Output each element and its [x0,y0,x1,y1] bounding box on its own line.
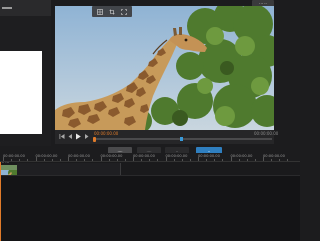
ruler-tick [59,159,61,161]
current-timecode: 00:00:00.00 [94,131,119,136]
ruler-tick [157,159,158,161]
ruler-tick [271,159,272,161]
ruler-tick [124,159,126,161]
clip-extent[interactable] [17,163,121,175]
ruler-tick [100,157,102,161]
ruler-tick [198,157,199,161]
clip-thumbnail-image [1,168,17,175]
playback-bar [55,130,274,144]
ruler-tick [238,159,240,161]
media-canvas[interactable] [0,51,42,134]
grid-icon[interactable] [97,8,103,15]
ruler-tick [108,159,110,161]
ruler-tick [51,159,53,161]
play-icon[interactable] [75,133,81,140]
video-preview[interactable] [55,6,274,130]
ruler-tick-label: 00:00:00.00 [165,154,188,158]
ruler-tick [92,159,93,161]
marker-indicator[interactable] [180,137,183,141]
ruler-tick [133,157,134,161]
ruler-tick [68,157,69,161]
playhead[interactable] [0,162,1,241]
minus-icon[interactable] [2,7,12,9]
ruler-tick [141,159,142,161]
ruler-tick [84,159,85,161]
scrub-handle[interactable] [93,136,96,142]
ruler-tick [116,159,118,161]
ruler-tick [214,159,215,161]
ruler-tick-label: 00:00:00.00 [230,154,253,158]
step-forward-icon[interactable] [84,133,90,140]
fullscreen-icon[interactable] [121,8,127,15]
ruler-tick [263,157,264,161]
ruler-tick [173,159,175,161]
ruler-tick [246,159,248,161]
ruler-tick-label: 00:00:00.00 [198,154,220,158]
ruler-tick [279,159,280,161]
ruler-tick [165,157,167,161]
menu-strip [0,0,51,16]
ruler-tick [149,159,150,161]
crop-icon[interactable] [109,9,115,15]
ruler-tick [206,159,207,161]
ruler-tick [287,159,288,161]
ruler-tick-label: 00:00:00.00 [35,154,58,158]
clip-label: ·· ··· [2,161,9,165]
step-back-icon[interactable] [67,133,73,140]
ruler-tick-label: 00:00:00.00 [263,154,285,158]
clip-thumbnail[interactable] [1,165,17,175]
ruler-tick [35,157,37,161]
ruler-tick-label: 00:00:00.00 [133,154,155,158]
ruler-tick-label: 00:00:00.00 [3,154,25,158]
ruler-tick [76,159,77,161]
ruler-tick [222,159,223,161]
ruler-tick [19,159,20,161]
ruler-tick [254,159,256,161]
ruler-tick [27,159,28,161]
ruler-tick [11,159,12,161]
ruler-tick [230,157,232,161]
ruler-tick-label: 00:00:00.00 [68,154,90,158]
ruler-tick [181,159,183,161]
ruler-tick-label: 00:00:00.00 [100,154,123,158]
ruler-tick [43,159,45,161]
ruler-tick [189,159,191,161]
total-duration: 00:00:00.00 [254,131,279,136]
giraffe-frame [55,6,274,130]
preview-toolbar [92,6,132,17]
scrub-track[interactable] [94,138,272,140]
skip-back-icon[interactable] [59,133,65,140]
